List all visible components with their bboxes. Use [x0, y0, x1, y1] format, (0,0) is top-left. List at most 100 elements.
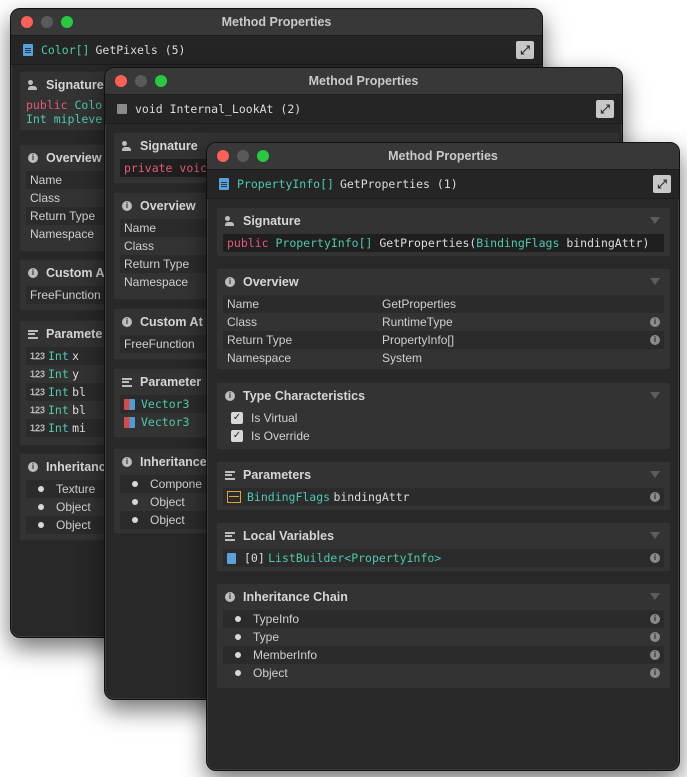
vector-icon [124, 398, 135, 410]
param-name: bl [72, 403, 86, 417]
overview-row: Return Type PropertyInfo[] i [223, 331, 664, 349]
bullet-icon [235, 616, 241, 622]
section-title: Signature [243, 214, 301, 228]
inheritance-type: Object [150, 513, 185, 527]
section-header[interactable]: Signature [217, 208, 670, 234]
inheritance-type: Object [56, 518, 91, 532]
chevron-down-icon[interactable] [650, 532, 660, 539]
section-local-variables: Local Variables [0] ListBuilder<Property… [216, 522, 671, 572]
variable-icon [227, 552, 236, 564]
method-return-type: Color[] [41, 43, 90, 57]
chevron-down-icon[interactable] [650, 593, 660, 600]
signature-param-name: bindingAttr) [566, 236, 650, 250]
variable-index: [0] [244, 551, 265, 565]
characteristic-label: Is Virtual [251, 411, 298, 425]
chevron-down-icon[interactable] [650, 392, 660, 399]
overview-row: Name GetProperties [223, 295, 664, 313]
info-icon[interactable]: i [650, 650, 660, 660]
signature-icon [28, 79, 39, 91]
method-name: void Internal_LookAt (2) [135, 102, 302, 116]
section-title: Local Variables [243, 529, 335, 543]
signature-icon [122, 140, 133, 152]
chevron-down-icon[interactable] [650, 471, 660, 478]
section-header[interactable]: i Overview [217, 269, 670, 295]
param-name: bindingAttr [333, 490, 410, 504]
section-header[interactable]: Local Variables [217, 523, 670, 549]
param-name: bl [72, 385, 86, 399]
info-icon: i [225, 592, 235, 602]
inheritance-row: Type i [223, 628, 664, 646]
int-icon: 1̲2̲3 [30, 405, 46, 415]
info-icon[interactable]: i [650, 553, 660, 563]
characteristic-label: Is Override [251, 429, 310, 443]
window-title: Method Properties [308, 74, 419, 88]
parameter-row: BindingFlags bindingAttr i [223, 488, 664, 506]
inheritance-type: MemberInfo [253, 648, 318, 662]
bullet-icon [132, 499, 138, 505]
inheritance-type: Compone [150, 477, 203, 491]
param-type: BindingFlags [247, 490, 331, 504]
param-type: Int [48, 349, 69, 363]
signature-param-type: BindingFlags [476, 236, 560, 250]
section-title: Parameters [243, 468, 312, 482]
param-name: mi [72, 421, 86, 435]
overview-key: Namespace [227, 351, 292, 365]
inheritance-type: Object [150, 495, 185, 509]
info-icon: i [122, 457, 132, 467]
section-header[interactable]: i Inheritance Chain [217, 584, 670, 610]
section-title: Inheritance [140, 455, 207, 469]
expand-icon[interactable]: ⤢ [596, 100, 614, 118]
vector-icon [124, 416, 135, 428]
info-icon: i [225, 277, 235, 287]
overview-key: Return Type [227, 333, 293, 347]
bullet-icon [235, 634, 241, 640]
signature-method-name: GetProperties( [379, 236, 477, 250]
info-icon[interactable]: i [650, 335, 660, 345]
section-header[interactable]: Parameters [217, 462, 670, 488]
checkbox-is-virtual[interactable]: ✓ [231, 412, 243, 424]
expand-icon[interactable]: ⤢ [516, 41, 534, 59]
param-type: Vector3 [141, 415, 190, 429]
section-title: Overview [140, 199, 196, 213]
title-bar[interactable]: Method Properties [207, 143, 679, 170]
section-title: Type Characteristics [243, 389, 366, 403]
title-bar[interactable]: Method Properties [105, 68, 622, 95]
enum-icon [227, 491, 241, 503]
chevron-down-icon[interactable] [650, 217, 660, 224]
signature-icon [225, 215, 236, 227]
info-icon[interactable]: i [650, 614, 660, 624]
section-signature: Signature public PropertyInfo[] GetPrope… [216, 207, 671, 257]
chevron-down-icon[interactable] [650, 278, 660, 285]
section-overview: i Overview Name GetProperties Class Runtime… [216, 268, 671, 370]
inheritance-type: Object [253, 666, 288, 680]
signature-type: voic [179, 161, 208, 175]
inheritance-row: MemberInfo i [223, 646, 664, 664]
param-type: Int [48, 403, 69, 417]
section-title: Paramete [46, 327, 103, 341]
bullet-icon [235, 652, 241, 658]
title-bar[interactable]: Method Properties [11, 9, 542, 36]
info-icon[interactable]: i [650, 668, 660, 678]
overview-value: RuntimeType [382, 315, 453, 329]
checkbox-is-override[interactable]: ✓ [231, 430, 243, 442]
section-title: Overview [243, 275, 299, 289]
param-name: y [72, 367, 80, 381]
bullet-icon [235, 670, 241, 676]
bullet-icon [38, 486, 44, 492]
overview-row: Class RuntimeType i [223, 313, 664, 331]
info-icon[interactable]: i [650, 632, 660, 642]
characteristic-row: ✓ Is Virtual [223, 409, 664, 427]
info-icon[interactable]: i [650, 492, 660, 502]
overview-value: PropertyInfo[] [382, 333, 455, 347]
signature-keyword: private [124, 161, 173, 175]
section-header[interactable]: i Type Characteristics [217, 383, 670, 409]
info-icon[interactable]: i [650, 317, 660, 327]
method-icon [219, 178, 229, 190]
overview-value: System [382, 351, 423, 365]
inheritance-row: Object i [223, 664, 664, 682]
characteristic-row: ✓ Is Override [223, 427, 664, 445]
window-title: Method Properties [221, 15, 332, 29]
expand-icon[interactable]: ⤢ [653, 175, 671, 193]
section-title: Custom A [46, 266, 105, 280]
signature-return-type: PropertyInfo[] [275, 236, 373, 250]
